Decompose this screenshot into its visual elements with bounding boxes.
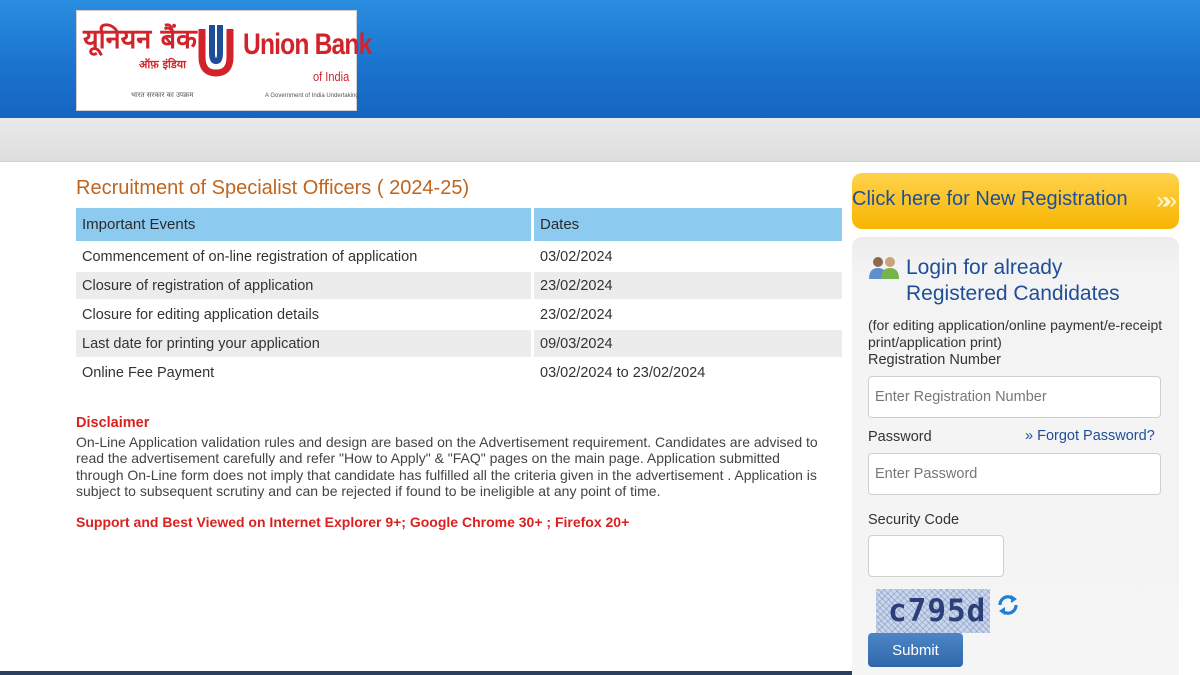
bottom-bar	[0, 671, 852, 675]
disclaimer-title: Disclaimer	[76, 415, 150, 431]
logo-hindi-tagline: भारत सरकार का उपक्रम	[131, 91, 194, 99]
logo-english-sub: of India	[313, 69, 350, 84]
disclaimer-text: On-Line Application validation rules and…	[76, 434, 818, 500]
login-title: Login for already Registered Candidates	[906, 256, 1120, 305]
forgot-password-link[interactable]: » Forgot Password?	[1025, 428, 1155, 444]
registration-number-label: Registration Number	[868, 352, 1001, 368]
password-label: Password	[868, 429, 932, 445]
table-row: Online Fee Payment 03/02/2024 to 23/02/2…	[76, 359, 842, 386]
event-cell: Closure of registration of application	[76, 272, 534, 299]
password-input[interactable]	[868, 453, 1161, 495]
browser-support-note: Support and Best Viewed on Internet Expl…	[76, 514, 630, 530]
event-cell: Online Fee Payment	[76, 359, 534, 386]
event-cell: Closure for editing application details	[76, 301, 534, 328]
event-cell: Commencement of on-line registration of …	[76, 243, 534, 270]
important-events-table: Important Events Dates Commencement of o…	[76, 206, 842, 388]
security-code-label: Security Code	[868, 512, 960, 528]
registration-number-input[interactable]	[868, 376, 1161, 418]
union-bank-logo[interactable]: यूनियन बैंक ऑफ़ इंडिया भारत सरकार का उपक…	[76, 10, 372, 111]
logo-english-tagline: A Government of India Undertaking	[265, 93, 359, 99]
date-cell: 03/02/2024 to 23/02/2024	[534, 359, 842, 386]
table-row: Commencement of on-line registration of …	[76, 243, 842, 270]
users-icon	[869, 257, 899, 279]
date-cell: 23/02/2024	[534, 301, 842, 328]
login-panel: Login for already Registered Candidates …	[852, 237, 1179, 675]
date-cell: 03/02/2024	[534, 243, 842, 270]
nav-band	[0, 118, 1200, 162]
table-row: Closure for editing application details …	[76, 301, 842, 328]
table-row: Last date for printing your application …	[76, 330, 842, 357]
captcha-image: c795d	[876, 589, 990, 633]
login-note: (for editing application/online payment/…	[868, 317, 1163, 350]
date-cell: 09/03/2024	[534, 330, 842, 357]
refresh-icon[interactable]	[996, 593, 1020, 617]
captcha-text: c795d	[888, 593, 987, 629]
submit-button[interactable]: Submit	[868, 633, 963, 667]
table-row: Closure of registration of application 2…	[76, 272, 842, 299]
date-cell: 23/02/2024	[534, 272, 842, 299]
page-title: Recruitment of Specialist Officers ( 202…	[76, 177, 470, 199]
union-bank-mark-icon	[198, 25, 234, 77]
logo-hindi-sub: ऑफ़ इंडिया	[139, 58, 186, 71]
column-header-events: Important Events	[76, 208, 534, 241]
logo-hindi-name: यूनियन बैंक	[83, 24, 197, 55]
site-header: यूनियन बैंक ऑफ़ इंडिया भारत सरकार का उपक…	[0, 0, 1200, 118]
double-chevron-right-icon: »»	[1156, 187, 1177, 214]
security-code-input[interactable]	[868, 535, 1004, 577]
event-cell: Last date for printing your application	[76, 330, 534, 357]
logo-english-name: Union Bank	[243, 28, 372, 61]
table-header-row: Important Events Dates	[76, 208, 842, 241]
new-registration-label: Click here for New Registration	[852, 188, 1128, 210]
column-header-dates: Dates	[534, 208, 842, 241]
new-registration-button[interactable]: Click here for New Registration »»	[852, 173, 1179, 229]
